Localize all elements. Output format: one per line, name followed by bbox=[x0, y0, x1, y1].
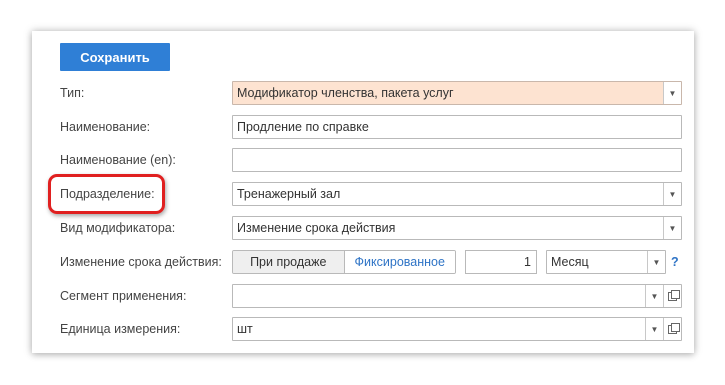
open-form-icon[interactable] bbox=[663, 285, 681, 307]
type-field[interactable]: Модификатор членства, пакета услуг ▼ bbox=[232, 81, 682, 105]
division-value: Тренажерный зал bbox=[237, 187, 341, 201]
segment-field[interactable]: ▼ bbox=[232, 284, 682, 308]
term-option-on-sale[interactable]: При продаже bbox=[233, 251, 345, 273]
name-en-value bbox=[233, 149, 681, 171]
chevron-down-icon[interactable]: ▼ bbox=[663, 183, 681, 205]
chevron-down-icon[interactable]: ▼ bbox=[645, 285, 663, 307]
chevron-down-icon[interactable]: ▼ bbox=[647, 251, 665, 273]
row-term-change: Изменение срока действия: При продаже Фи… bbox=[32, 249, 694, 275]
division-field[interactable]: Тренажерный зал ▼ bbox=[232, 182, 682, 206]
chevron-down-icon[interactable]: ▼ bbox=[663, 217, 681, 239]
term-option-fixed[interactable]: Фиксированное bbox=[344, 251, 455, 273]
unit-measure-label: Единица измерения: bbox=[60, 322, 181, 336]
chevron-down-icon[interactable]: ▼ bbox=[645, 318, 663, 340]
name-value: Продление по справке bbox=[237, 120, 369, 134]
row-division: Подразделение: Тренажерный зал ▼ bbox=[32, 174, 694, 214]
name-en-field[interactable] bbox=[232, 148, 682, 172]
type-value: Модификатор членства, пакета услуг bbox=[237, 86, 454, 100]
row-unit-measure: Единица измерения: шт ▼ bbox=[32, 316, 694, 342]
division-label: Подразделение: bbox=[60, 187, 155, 201]
term-unit-select[interactable]: Месяц ▼ bbox=[546, 250, 666, 274]
segment-label: Сегмент применения: bbox=[60, 289, 187, 303]
row-segment: Сегмент применения: ▼ bbox=[32, 283, 694, 309]
help-link[interactable]: ? bbox=[671, 249, 679, 275]
name-label: Наименование: bbox=[60, 120, 151, 134]
row-type: Тип: Модификатор членства, пакета услуг … bbox=[32, 80, 694, 106]
chevron-down-icon[interactable]: ▼ bbox=[663, 82, 681, 104]
term-change-label: Изменение срока действия: bbox=[60, 255, 222, 269]
name-en-label: Наименование (en): bbox=[60, 153, 176, 167]
type-label: Тип: bbox=[60, 86, 85, 100]
form-panel: Сохранить Тип: Модификатор членства, пак… bbox=[32, 31, 694, 353]
unit-measure-field[interactable]: шт ▼ bbox=[232, 317, 682, 341]
term-change-toggle: При продаже Фиксированное bbox=[232, 250, 456, 274]
modifier-kind-label: Вид модификатора: bbox=[60, 221, 176, 235]
row-name: Наименование: Продление по справке bbox=[32, 114, 694, 140]
row-modifier-kind: Вид модификатора: Изменение срока действ… bbox=[32, 215, 694, 241]
save-button[interactable]: Сохранить bbox=[60, 43, 170, 71]
open-form-icon[interactable] bbox=[663, 318, 681, 340]
row-name-en: Наименование (en): bbox=[32, 147, 694, 173]
modifier-kind-field[interactable]: Изменение срока действия ▼ bbox=[232, 216, 682, 240]
term-unit-value: Месяц bbox=[551, 255, 589, 269]
unit-measure-value: шт bbox=[237, 322, 253, 336]
modifier-kind-value: Изменение срока действия bbox=[237, 221, 396, 235]
term-amount-field[interactable]: 1 bbox=[465, 250, 537, 274]
name-field[interactable]: Продление по справке bbox=[232, 115, 682, 139]
segment-value bbox=[233, 285, 645, 307]
